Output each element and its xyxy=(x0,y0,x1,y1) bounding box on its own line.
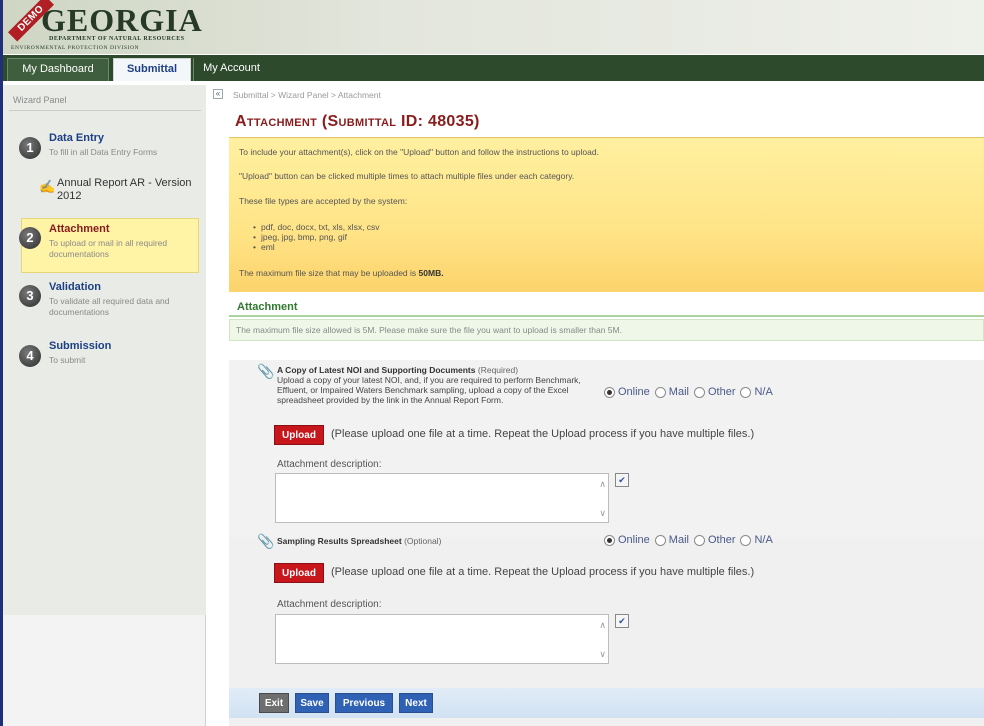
description-textarea[interactable]: ∧ ∨ xyxy=(275,614,609,664)
description-label: Attachment description: xyxy=(277,459,382,470)
sub-item-annual-report[interactable]: Annual Report AR - Version 2012 xyxy=(57,177,207,203)
upload-hint: (Please upload one file at a time. Repea… xyxy=(331,566,755,578)
step-4-number: 4 xyxy=(19,345,41,367)
logo-department: DEPARTMENT OF NATURAL RESOURCES xyxy=(49,36,185,42)
logo-title: GEORGIA xyxy=(41,2,203,38)
radio-mail-label: Mail xyxy=(668,386,689,398)
radio-na[interactable] xyxy=(740,386,752,398)
instructions-box: To include your attachment(s), click on … xyxy=(229,137,984,292)
logo-division: ENVIRONMENTAL PROTECTION DIVISION xyxy=(11,45,140,51)
step-attachment-link[interactable]: Attachment xyxy=(49,223,110,235)
radio-na-label: N/A xyxy=(754,386,773,398)
step-1-desc: To fill in all Data Entry Forms xyxy=(49,147,158,157)
tab-submittal[interactable]: Submittal xyxy=(113,58,191,81)
attachment-item: 📎 A Copy of Latest NOI and Supporting Do… xyxy=(229,360,984,542)
scroll-down-icon[interactable]: ∨ xyxy=(599,649,606,660)
radio-online-label: Online xyxy=(618,386,650,398)
section-title: Attachment xyxy=(229,301,984,317)
page-title: Attachment (Submittal ID: 48035) xyxy=(235,113,480,130)
wizard-panel-title: Wizard Panel xyxy=(13,95,67,105)
step-3-number: 3 xyxy=(19,285,41,307)
save-button[interactable]: Save xyxy=(295,693,329,713)
step-4-desc: To submit xyxy=(49,355,86,365)
attachment-title: A Copy of Latest NOI and Supporting Docu… xyxy=(277,365,518,375)
step-3-desc: To validate all required data and docume… xyxy=(49,296,170,317)
step-submission-link[interactable]: Submission xyxy=(49,340,111,352)
attachment-desc: Upload a copy of your latest NOI, and, i… xyxy=(277,375,581,405)
instruction-line-1: To include your attachment(s), click on … xyxy=(239,147,599,157)
description-textarea[interactable]: ∧ ∨ xyxy=(275,473,609,523)
radio-na-label: N/A xyxy=(754,534,773,546)
scroll-up-icon[interactable]: ∧ xyxy=(599,479,606,490)
step-1-number: 1 xyxy=(19,137,41,159)
step-data-entry-link[interactable]: Data Entry xyxy=(49,132,104,144)
attachment-title-text: A Copy of Latest NOI and Supporting Docu… xyxy=(277,365,476,375)
file-size-note: The maximum file size allowed is 5M. Ple… xyxy=(229,319,984,341)
instruction-line-2: "Upload" button can be clicked multiple … xyxy=(239,171,575,181)
exit-button[interactable]: Exit xyxy=(259,693,289,713)
wizard-footer: Exit Save Previous Next xyxy=(229,688,984,718)
spellcheck-icon[interactable]: ✔ xyxy=(615,614,629,628)
georgia-epd-logo[interactable]: DEMO GEORGIA DEPARTMENT OF NATURAL RESOU… xyxy=(8,0,202,52)
collapse-sidebar-button[interactable]: « xyxy=(213,89,223,99)
list-item: jpeg, jpg, bmp, png, gif xyxy=(253,232,380,242)
step-2-desc: To upload or mail in all required docume… xyxy=(49,238,168,259)
edit-icon: ✍ xyxy=(39,179,56,194)
radio-mail-label: Mail xyxy=(668,534,689,546)
radio-other[interactable] xyxy=(693,534,705,546)
attachment-title: Sampling Results Spreadsheet (Optional) xyxy=(277,536,441,546)
attachment-title-text: Sampling Results Spreadsheet xyxy=(277,536,402,546)
site-header: DEMO GEORGIA DEPARTMENT OF NATURAL RESOU… xyxy=(3,0,984,54)
scroll-up-icon[interactable]: ∧ xyxy=(599,620,606,631)
upload-hint: (Please upload one file at a time. Repea… xyxy=(331,428,755,440)
wizard-sidebar: Wizard Panel 1 Data Entry To fill in all… xyxy=(3,85,206,726)
radio-online-label: Online xyxy=(618,534,650,546)
radio-other-label: Other xyxy=(707,386,736,398)
file-type-list: pdf, doc, docx, txt, xls, xlsx, csv jpeg… xyxy=(253,222,380,252)
radio-online[interactable] xyxy=(604,386,615,398)
instruction-line-3: These file types are accepted by the sys… xyxy=(239,196,408,206)
scroll-down-icon[interactable]: ∨ xyxy=(599,508,606,519)
breadcrumb: Submittal > Wizard Panel > Attachment xyxy=(233,90,381,100)
max-size-label: The maximum file size that may be upload… xyxy=(239,268,419,278)
list-item: eml xyxy=(253,242,380,252)
radio-na[interactable] xyxy=(740,534,752,546)
radio-online[interactable] xyxy=(604,534,615,546)
optional-tag: (Optional) xyxy=(404,536,442,546)
delivery-method-radio-group: Online Mail Other N/A xyxy=(604,534,776,546)
tab-my-dashboard[interactable]: My Dashboard xyxy=(7,58,109,81)
attachment-icon: 📎 xyxy=(257,363,275,379)
radio-mail[interactable] xyxy=(654,534,666,546)
wizard-panel: Wizard Panel 1 Data Entry To fill in all… xyxy=(3,85,206,615)
previous-button[interactable]: Previous xyxy=(335,693,393,713)
main-content: « Submittal > Wizard Panel > Attachment … xyxy=(213,85,984,726)
upload-button[interactable]: Upload xyxy=(274,425,324,445)
divider xyxy=(9,110,201,111)
radio-mail[interactable] xyxy=(654,386,666,398)
tab-my-account[interactable]: My Account xyxy=(193,58,269,81)
radio-other[interactable] xyxy=(693,386,705,398)
attachment-icon: 📎 xyxy=(257,533,275,549)
description-label: Attachment description: xyxy=(277,599,382,610)
list-item: pdf, doc, docx, txt, xls, xlsx, csv xyxy=(253,222,380,232)
spellcheck-icon[interactable]: ✔ xyxy=(615,473,629,487)
main-nav: My Dashboard Submittal My Account xyxy=(3,55,984,81)
radio-other-label: Other xyxy=(707,534,736,546)
step-2-number: 2 xyxy=(19,227,41,249)
next-button[interactable]: Next xyxy=(399,693,433,713)
max-size-value: 50MB. xyxy=(418,268,444,278)
delivery-method-radio-group: Online Mail Other N/A xyxy=(604,386,776,398)
step-validation-link[interactable]: Validation xyxy=(49,281,101,293)
required-tag: (Required) xyxy=(477,365,519,375)
max-size-note: The maximum file size that may be upload… xyxy=(239,268,444,278)
upload-button[interactable]: Upload xyxy=(274,563,324,583)
